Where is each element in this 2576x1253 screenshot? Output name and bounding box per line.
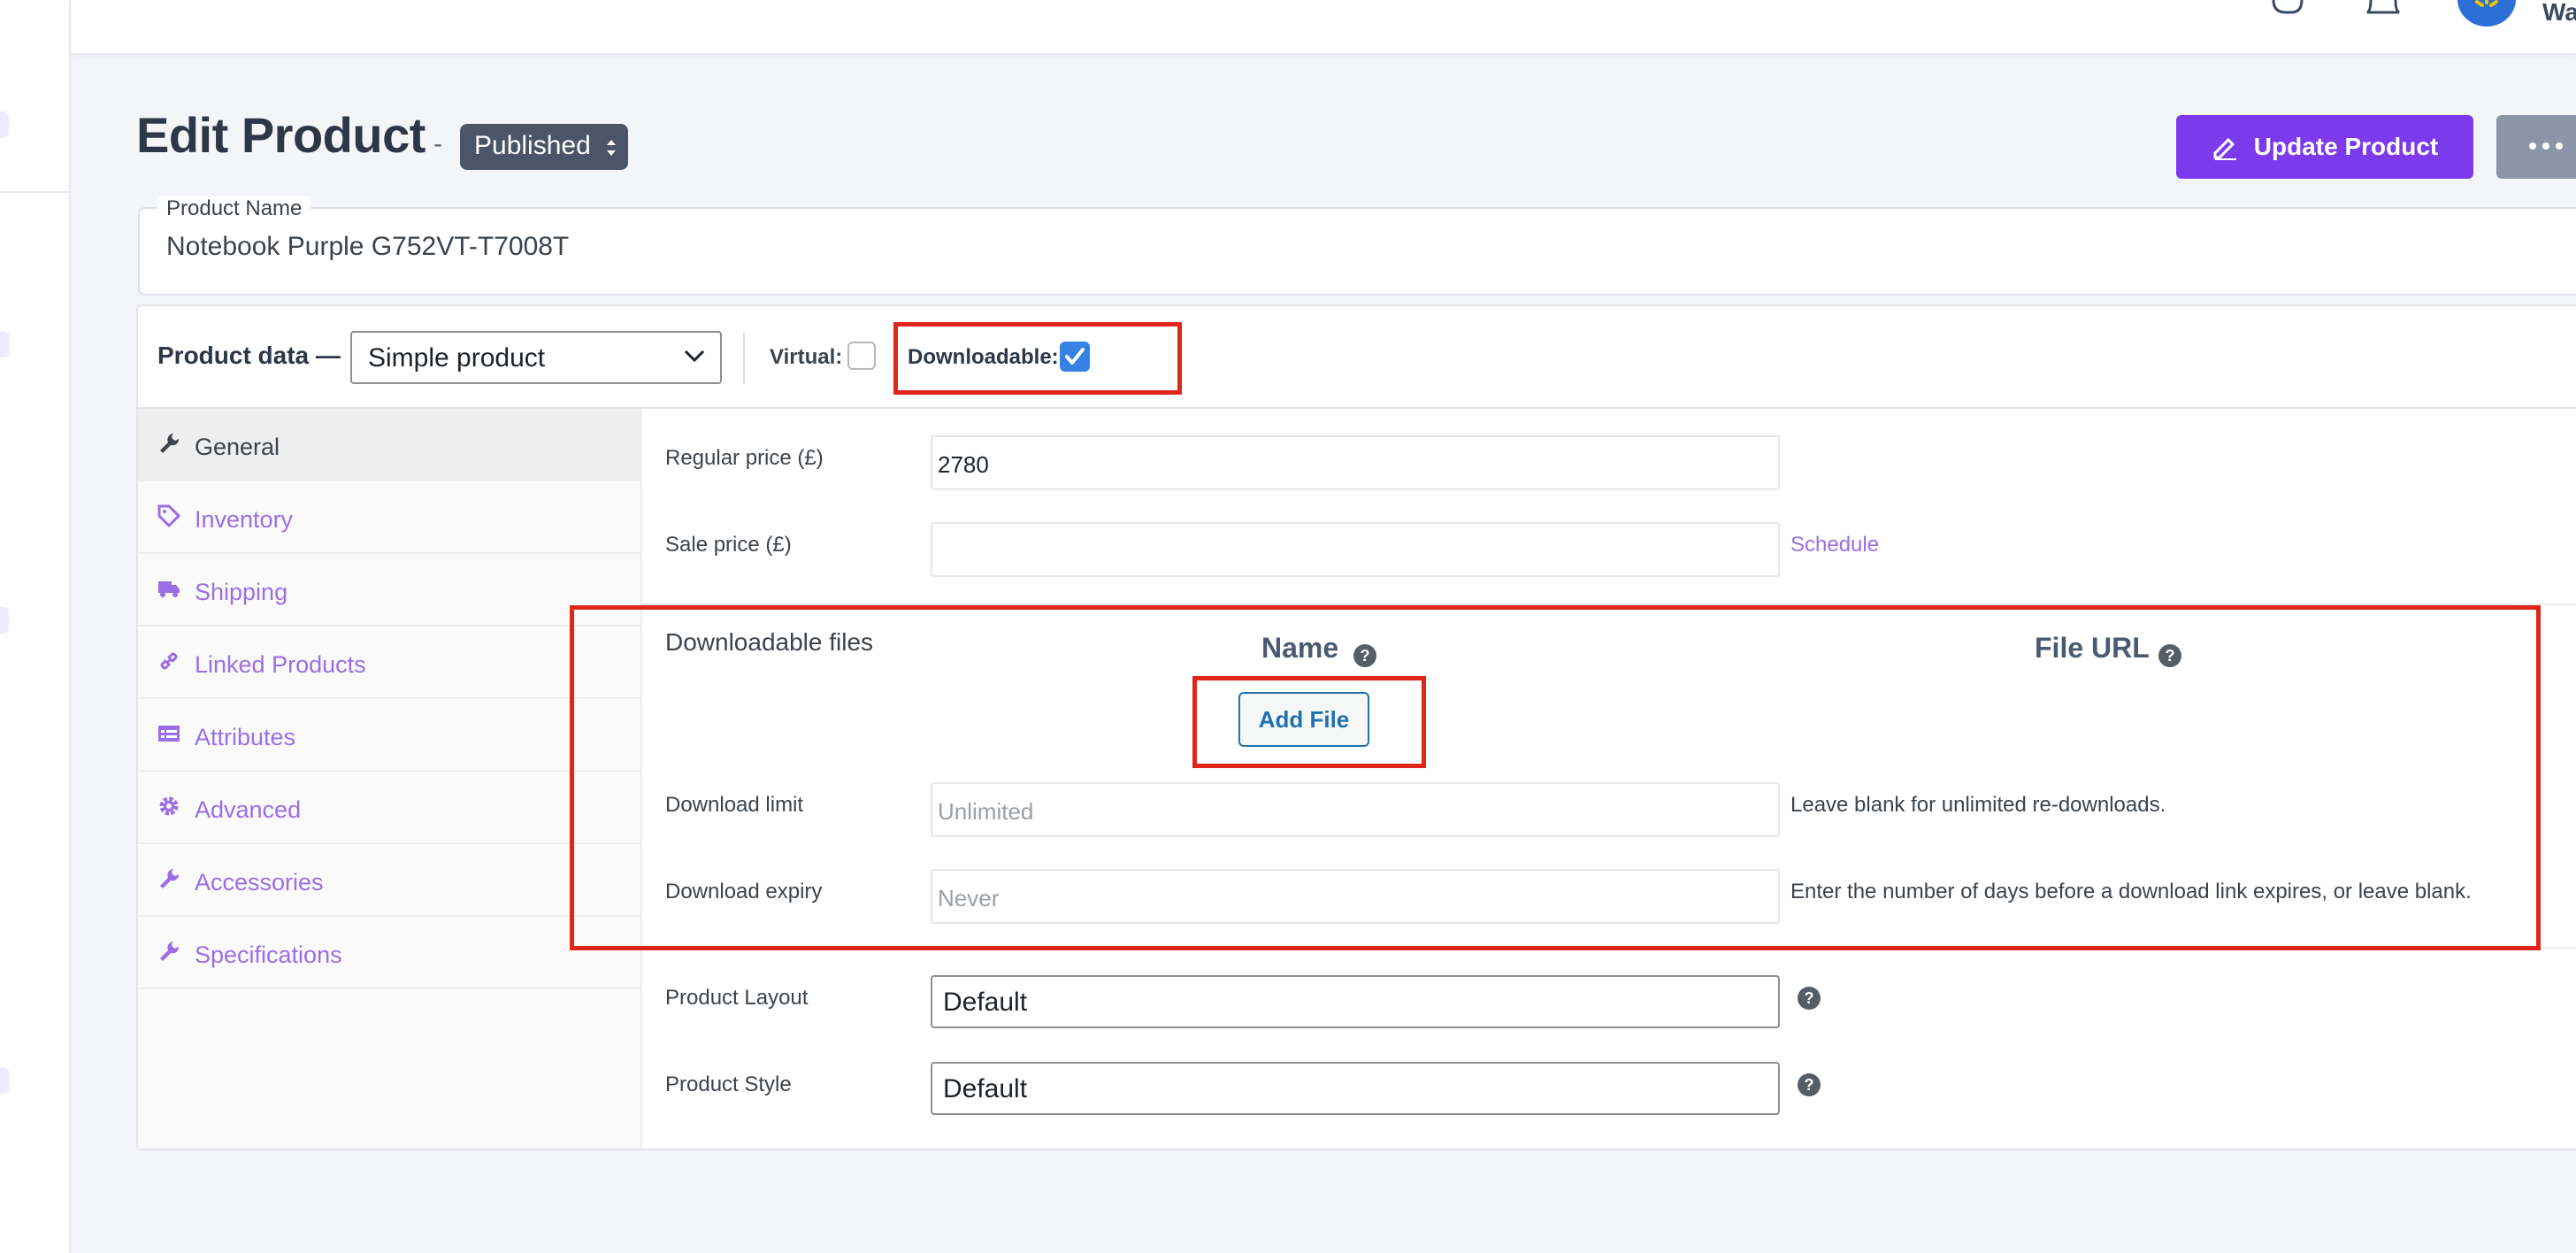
sidebar-divider bbox=[0, 191, 69, 193]
product-style-label: Product Style bbox=[665, 1072, 792, 1096]
annotation-box-add-file bbox=[1192, 676, 1426, 768]
chat-icon[interactable] bbox=[2268, 0, 2307, 18]
bell-icon[interactable] bbox=[2364, 0, 2403, 18]
tab-general[interactable]: General bbox=[138, 409, 642, 481]
tab-inventory[interactable]: Inventory bbox=[138, 481, 642, 554]
annotation-box-downloadable bbox=[893, 322, 1182, 395]
top-bar bbox=[71, 0, 2576, 55]
tab-label: Linked Products bbox=[195, 651, 366, 678]
table-icon bbox=[158, 726, 180, 742]
tab-label: General bbox=[195, 434, 280, 460]
tab-label: Specifications bbox=[195, 942, 342, 968]
pencil-icon bbox=[2213, 137, 2236, 160]
product-type-select[interactable]: Simple product bbox=[350, 331, 722, 384]
wrench-icon bbox=[160, 434, 180, 453]
virtual-label: Virtual: bbox=[770, 345, 843, 369]
tab-label: Attributes bbox=[195, 724, 296, 750]
user-name[interactable]: Wa bbox=[2542, 0, 2576, 25]
wrench-icon bbox=[160, 869, 180, 888]
wrench-icon bbox=[160, 942, 180, 961]
product-data-label: Product data — bbox=[157, 342, 341, 369]
more-dots-icon bbox=[2529, 142, 2563, 150]
tab-specifications[interactable]: Specifications bbox=[138, 917, 642, 989]
product-layout-select[interactable]: Default bbox=[931, 975, 1780, 1028]
tag-icon bbox=[157, 504, 180, 527]
left-sidebar bbox=[0, 0, 71, 1253]
tab-linked-products[interactable]: Linked Products bbox=[138, 626, 642, 699]
more-actions-button[interactable] bbox=[2496, 115, 2576, 179]
app-root: Wa Edit Product - Published Update Produ… bbox=[0, 0, 2576, 1253]
tab-label: Advanced bbox=[195, 796, 302, 823]
sidebar-marker[interactable] bbox=[0, 331, 9, 357]
gear-icon bbox=[159, 796, 179, 816]
tab-label: Accessories bbox=[195, 869, 324, 896]
virtual-checkbox[interactable] bbox=[847, 342, 876, 370]
tab-accessories[interactable]: Accessories bbox=[138, 844, 642, 917]
title-separator: - bbox=[433, 129, 442, 158]
tab-shipping[interactable]: Shipping bbox=[138, 554, 642, 626]
status-select[interactable]: Published bbox=[460, 124, 628, 170]
sale-price-label: Sale price (£) bbox=[665, 533, 792, 557]
annotation-box-downloadable-files bbox=[570, 605, 2541, 950]
select-arrows-icon bbox=[607, 140, 616, 156]
help-icon[interactable]: ? bbox=[1798, 1073, 1821, 1096]
product-layout-label: Product Layout bbox=[665, 986, 809, 1010]
link-icon bbox=[160, 652, 178, 670]
page-title: Edit Product bbox=[136, 107, 426, 163]
tab-advanced[interactable]: Advanced bbox=[138, 772, 642, 844]
sidebar-marker[interactable] bbox=[0, 607, 9, 634]
update-product-button[interactable]: Update Product bbox=[2176, 115, 2473, 179]
tab-attributes[interactable]: Attributes bbox=[138, 699, 642, 772]
schedule-link[interactable]: Schedule bbox=[1790, 533, 1879, 557]
product-type-value: Simple product bbox=[368, 343, 546, 373]
status-value: Published bbox=[474, 131, 591, 160]
header-divider bbox=[743, 333, 745, 384]
regular-price-input[interactable]: 2780 bbox=[931, 435, 1780, 490]
tab-label: Inventory bbox=[195, 506, 294, 533]
update-product-label: Update Product bbox=[2253, 133, 2439, 160]
regular-price-label: Regular price (£) bbox=[665, 446, 824, 470]
sale-price-input[interactable] bbox=[931, 522, 1780, 577]
sidebar-marker[interactable] bbox=[0, 1067, 9, 1094]
tab-label: Shipping bbox=[195, 579, 288, 605]
product-style-select[interactable]: Default bbox=[931, 1062, 1780, 1115]
product-name-label: Product Name bbox=[157, 196, 311, 221]
truck-icon bbox=[158, 581, 180, 597]
product-name-value[interactable]: Notebook Purple G752VT-T7008T bbox=[166, 232, 569, 262]
help-icon[interactable]: ? bbox=[1798, 987, 1821, 1010]
chevron-down-icon bbox=[684, 350, 705, 363]
sidebar-marker[interactable] bbox=[0, 111, 9, 138]
